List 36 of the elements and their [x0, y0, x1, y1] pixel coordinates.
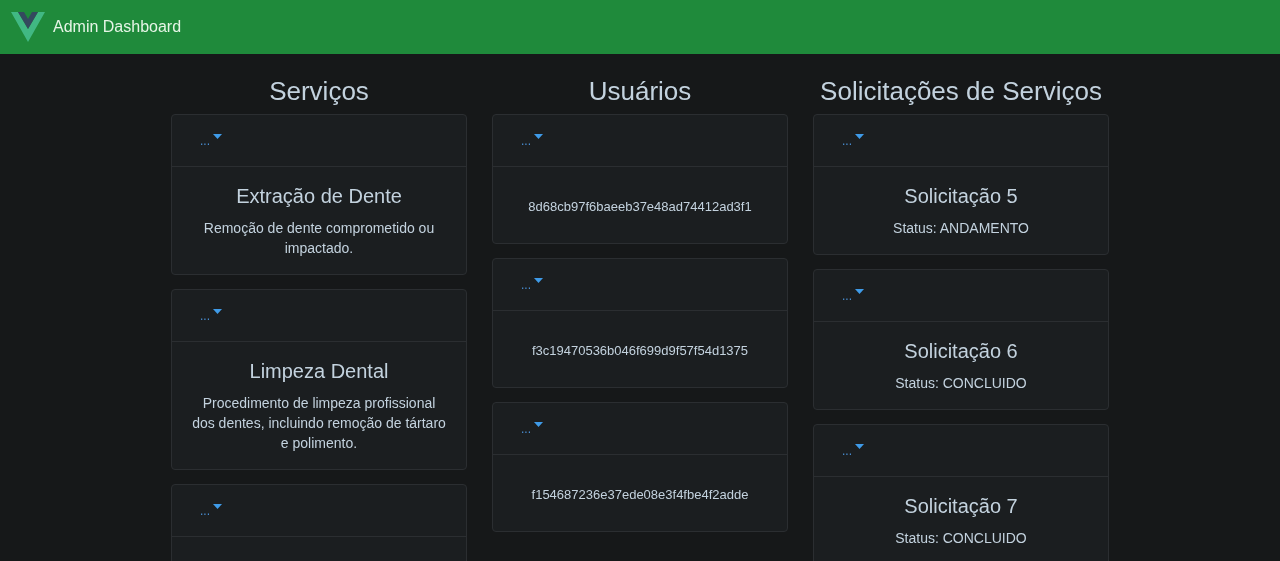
- dropdown-toggle[interactable]: ...: [842, 288, 864, 303]
- user-id: f3c19470536b046f699d9f57f54d1375: [530, 342, 750, 360]
- dropdown-toggle[interactable]: ...: [521, 277, 543, 292]
- status-text: Status: CONCLUIDO: [894, 529, 1028, 548]
- card-title: Solicitação 6: [903, 340, 1019, 363]
- card-title: Extração de Dente: [235, 185, 403, 208]
- caret-icon: [534, 422, 543, 427]
- status-text: Status: CONCLUIDO: [894, 374, 1028, 393]
- dropdown-toggle[interactable]: ...: [200, 133, 222, 148]
- caret-icon: [213, 309, 222, 314]
- user-id: f154687236e37ede08e3f4fbe4f2adde: [530, 486, 750, 504]
- caret-icon: [534, 134, 543, 139]
- caret-icon: [855, 134, 864, 139]
- column-heading: Usuários: [587, 76, 693, 108]
- card-title: Limpeza Dental: [248, 360, 390, 383]
- app-title[interactable]: Admin Dashboard: [53, 18, 182, 36]
- column-heading: Serviços: [268, 76, 370, 108]
- dropdown-toggle[interactable]: ...: [521, 421, 543, 436]
- column-heading: Solicitações de Serviços: [819, 76, 1103, 108]
- dropdown-toggle[interactable]: ...: [842, 443, 864, 458]
- status-text: Status: ANDAMENTO: [892, 219, 1030, 238]
- caret-icon: [855, 289, 864, 294]
- caret-icon: [213, 504, 222, 509]
- user-id: 8d68cb97f6baeeb37e48ad74412ad3f1: [527, 198, 753, 216]
- caret-icon: [534, 278, 543, 283]
- dropdown-toggle[interactable]: ...: [521, 133, 543, 148]
- caret-icon: [855, 444, 864, 449]
- service-description: Procedimento de limpeza profissional dos dentes, incluindo remoção de tártaro e polimento.: [191, 394, 447, 453]
- dropdown-toggle[interactable]: ...: [842, 133, 864, 148]
- caret-icon: [213, 134, 222, 139]
- logo-icon: [11, 12, 45, 42]
- dropdown-toggle[interactable]: ...: [200, 308, 222, 323]
- service-description: Remoção de dente comprometido ou impactado.: [202, 219, 436, 258]
- card-title: Solicitação 5: [903, 185, 1019, 208]
- dropdown-toggle[interactable]: ...: [200, 503, 222, 518]
- card-title: Solicitação 7: [903, 495, 1019, 518]
